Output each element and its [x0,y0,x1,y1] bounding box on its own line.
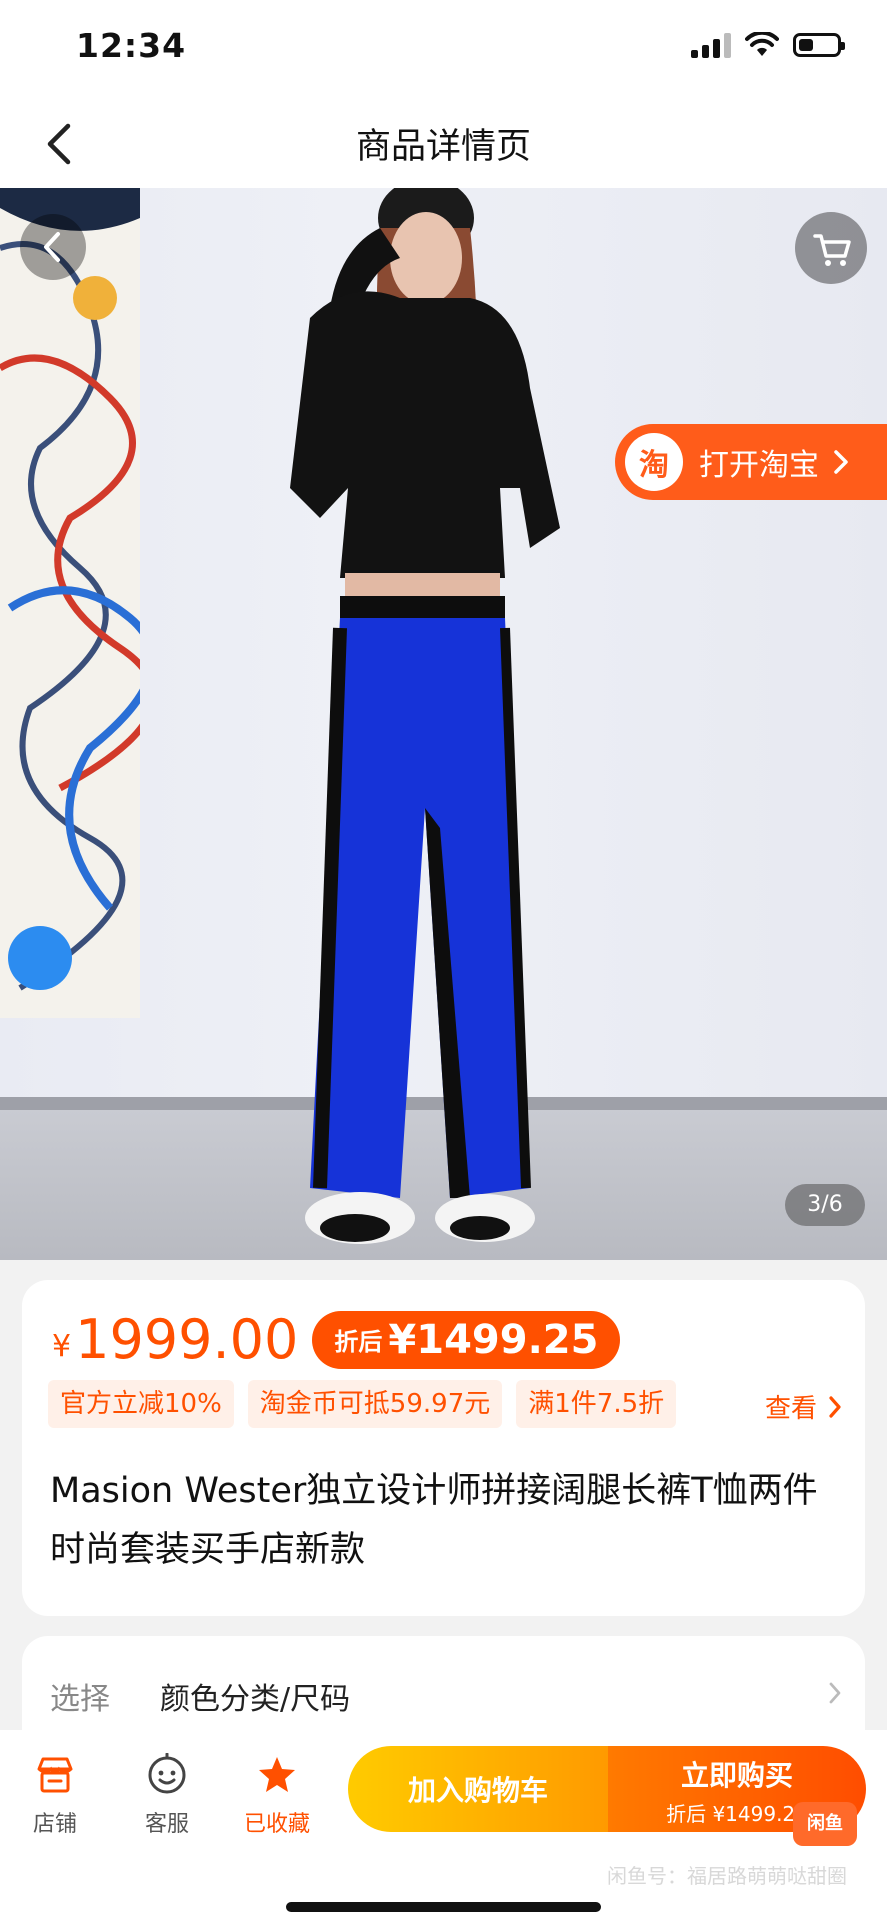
favorited-label: 已收藏 [243,1812,310,1837]
purchase-actions: 加入购物车 立即购买 折后 ¥1499.25 [348,1746,866,1832]
see-more-link[interactable]: 查看 [765,1388,843,1425]
chevron-right-icon [834,450,848,474]
open-taobao-label: 打开淘宝 [699,448,819,483]
promo-tag: 满1件7.5折 [516,1380,677,1428]
nav-bar: 商品详情页 [0,100,887,188]
painting-artwork [0,188,140,1018]
watermark: 闲鱼号：福居路萌萌哒甜圈 [607,1864,847,1888]
currency-symbol: ¥ [52,1329,72,1364]
customer-service-label: 客服 [144,1812,189,1837]
product-image-carousel[interactable]: 淘 打开淘宝 3/6 [0,188,887,1260]
status-time: 12:34 [76,26,187,65]
image-page-indicator: 3/6 [785,1184,865,1226]
spec-label: 选择 [50,1682,110,1717]
store-button[interactable]: 店铺 [10,1750,100,1838]
price-card: ¥ 1999.00 折后 ¥1499.25 官方立减10% 淘金币可抵59.97… [22,1280,865,1616]
open-taobao-button[interactable]: 淘 打开淘宝 [615,424,887,500]
price-row: ¥ 1999.00 折后 ¥1499.25 [52,1308,621,1371]
signal-icon [691,32,731,58]
spec-value: 颜色分类/尺码 [160,1682,351,1717]
cart-button[interactable] [795,212,867,284]
see-more-label: 查看 [764,1394,817,1424]
original-price: 1999.00 [75,1308,299,1371]
star-icon [259,1757,295,1792]
promo-tag: 官方立减10% [48,1380,234,1428]
status-icons [691,32,845,58]
favorite-button[interactable]: 已收藏 [232,1750,322,1838]
chevron-right-icon [829,1682,841,1704]
add-to-cart-button[interactable]: 加入购物车 [348,1746,608,1832]
discount-price: ¥1499.25 [388,1316,599,1363]
store-icon [37,1757,73,1793]
bottom-action-bar: 店铺 客服 已收藏 加入购物车 立即购买 折后 ¥1499.25 闲鱼 闲鱼号：… [0,1730,887,1920]
customer-service-button[interactable]: 客服 [122,1750,212,1838]
promo-tags: 官方立减10% 淘金币可抵59.97元 满1件7.5折 [48,1380,724,1428]
battery-icon [793,33,845,57]
image-back-button[interactable] [20,214,86,280]
chevron-right-icon [829,1395,841,1418]
product-title: Masion Wester独立设计师拼接阔腿长裤T恤两件时尚套装买手店新款 [50,1471,818,1570]
model-figure [290,188,560,1244]
back-chevron-icon [44,232,60,262]
status-bar: 12:34 [0,0,887,100]
xianyu-badge: 闲鱼 [793,1802,857,1846]
taobao-logo-icon: 淘 [625,433,683,491]
store-label: 店铺 [32,1812,77,1837]
buy-now-label: 立即购买 [680,1759,793,1792]
discount-label: 折后 [334,1328,383,1356]
home-indicator[interactable] [286,1902,601,1912]
wifi-icon [745,32,779,56]
promo-tag: 淘金币可抵59.97元 [247,1380,503,1428]
customer-service-icon [148,1753,186,1794]
cart-icon [813,234,851,266]
discount-price-pill: 折后 ¥1499.25 [312,1310,621,1369]
page-title: 商品详情页 [355,127,531,167]
